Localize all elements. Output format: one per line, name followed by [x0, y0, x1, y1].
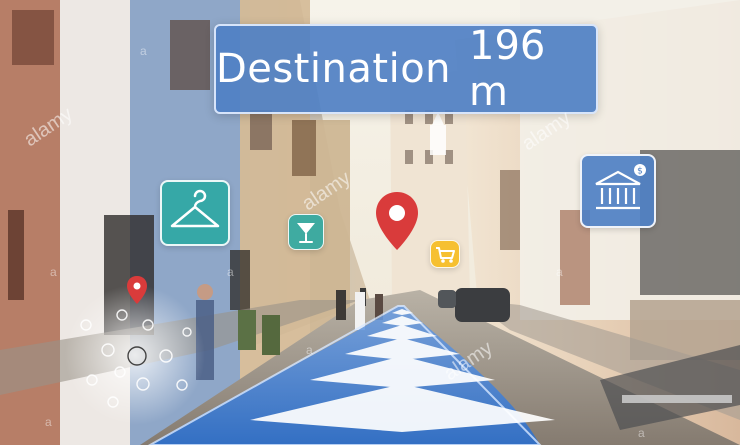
hanger-icon [170, 189, 220, 228]
distance-value: 196 m [469, 23, 546, 115]
watermark-small: a [638, 426, 645, 440]
watermark-small: a [556, 265, 563, 279]
destination-pin-icon[interactable] [373, 190, 421, 252]
bank-building-icon: $ [595, 164, 646, 210]
watermark-small: a [50, 265, 57, 279]
watermark-small: a [45, 415, 52, 429]
watermark-small: a [306, 343, 313, 357]
bar-poi[interactable] [288, 214, 324, 250]
clothing-store-poi[interactable] [160, 180, 230, 246]
ar-navigation-scene: Destination 196 m $ alamy alamy alamy al… [0, 0, 740, 445]
watermark-small: a [140, 44, 147, 58]
map-pin-icon[interactable] [126, 275, 148, 305]
bank-poi[interactable]: $ [580, 154, 656, 228]
shopping-cart-icon [436, 247, 455, 263]
destination-banner: Destination 196 m [214, 23, 598, 115]
cocktail-glass-icon [297, 223, 315, 243]
destination-label: Destination [216, 46, 452, 92]
watermark-small: a [227, 265, 234, 279]
svg-text:$: $ [637, 167, 643, 177]
shop-poi[interactable] [430, 240, 460, 268]
